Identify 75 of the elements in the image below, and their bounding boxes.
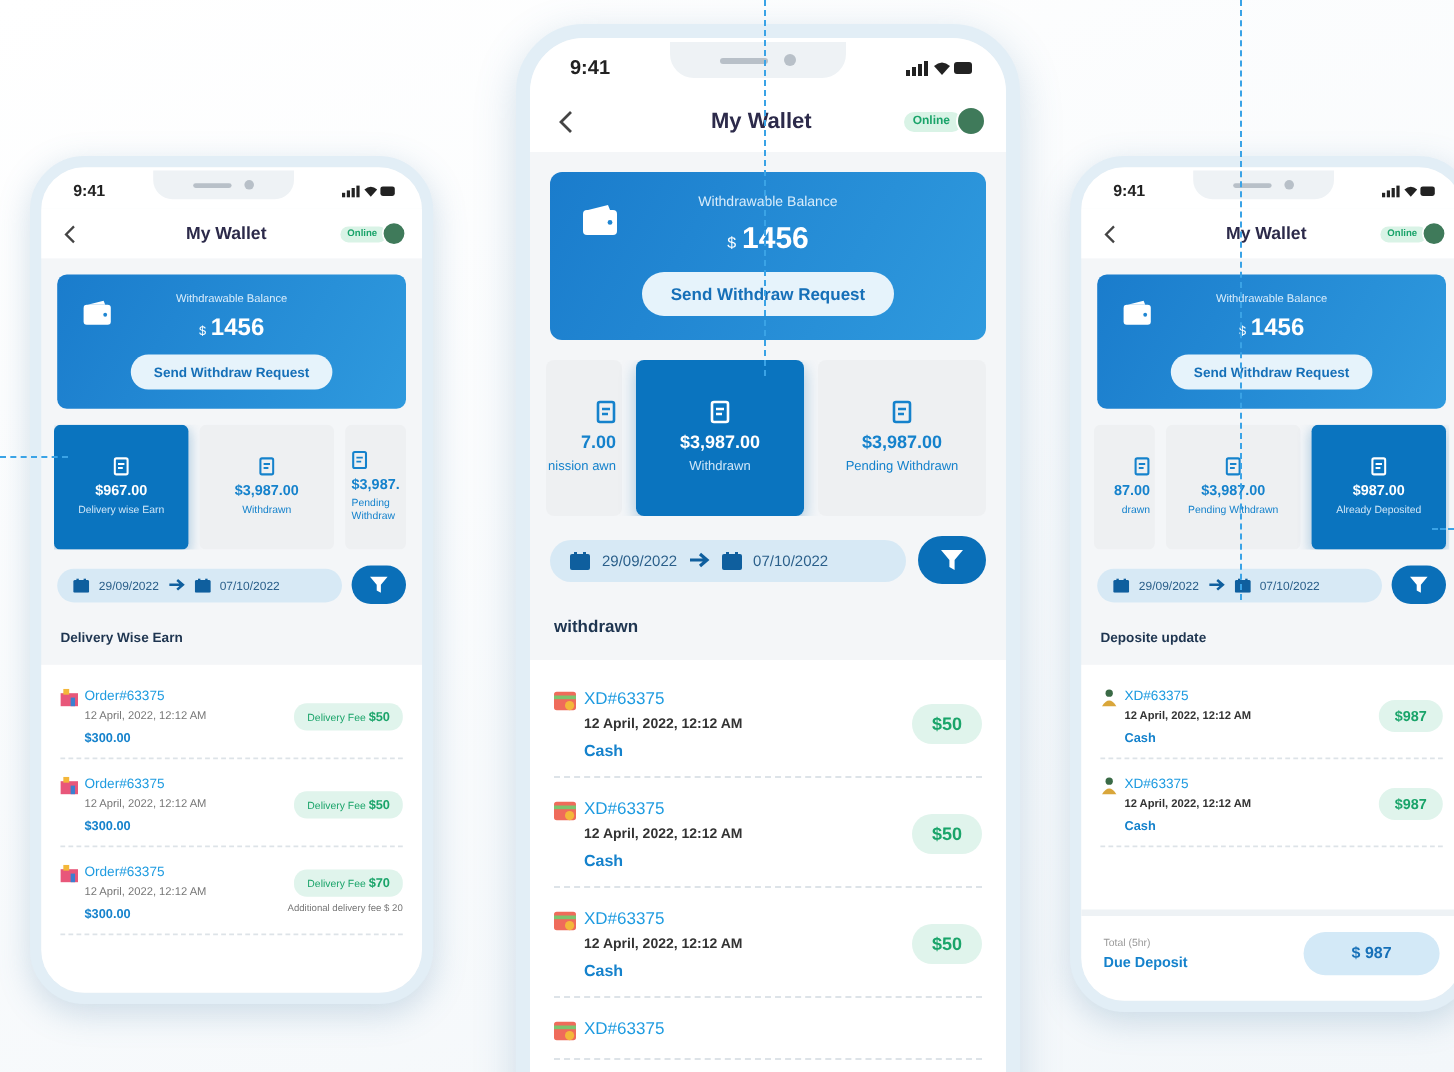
- screen-title: My Wallet: [1226, 224, 1307, 244]
- avatar: [1422, 221, 1446, 246]
- amount-badge: $50: [911, 704, 982, 744]
- payment-method: Cash: [584, 852, 626, 870]
- person-icon: [1100, 688, 1118, 707]
- back-icon[interactable]: [558, 109, 574, 133]
- amount-badge: $50: [911, 814, 982, 854]
- card-value: $3,987.00: [679, 431, 761, 452]
- store-icon: [60, 776, 78, 795]
- card-icon: [554, 690, 576, 712]
- person-icon: [1100, 776, 1118, 795]
- document-icon: [1370, 456, 1387, 476]
- filter-icon: [940, 548, 964, 572]
- wallet-icon: [82, 300, 112, 326]
- filter-button[interactable]: [918, 536, 986, 584]
- card-icon: [554, 910, 576, 932]
- filter-icon: [369, 575, 389, 595]
- card-value: $3,987.00: [861, 431, 943, 452]
- store-icon: [60, 688, 78, 707]
- calendar-icon: [73, 577, 90, 592]
- avatar: [956, 106, 986, 136]
- phone-notch: [1193, 170, 1334, 200]
- filter-button[interactable]: [351, 565, 406, 604]
- payment-method: Cash: [584, 962, 626, 980]
- transaction-id[interactable]: XD#63375: [584, 688, 904, 708]
- status-bar-icon: [342, 184, 397, 198]
- arrow-icon: [689, 552, 710, 568]
- back-icon[interactable]: [1103, 224, 1117, 244]
- calendar-icon: [194, 577, 211, 592]
- card-icon: [554, 800, 576, 822]
- status-time: 9:41: [1113, 182, 1146, 200]
- arrow-icon: [168, 578, 185, 592]
- filter-button[interactable]: [1391, 565, 1446, 604]
- dashed-guide-line: [1432, 528, 1454, 530]
- transaction-id[interactable]: XD#63375: [584, 798, 904, 818]
- currency-symbol: $: [727, 234, 737, 252]
- status-time: 9:41: [570, 57, 611, 79]
- wallet-icon: [582, 204, 618, 236]
- document-icon: [113, 456, 130, 476]
- document-icon: [351, 450, 368, 470]
- withdraw-request-button[interactable]: Send Withdraw Request: [642, 272, 894, 316]
- arrow-icon: [1208, 578, 1225, 592]
- calendar-icon: [570, 551, 590, 569]
- calendar-icon: [721, 551, 742, 569]
- filter-icon: [1409, 575, 1429, 595]
- wallet-icon: [1122, 300, 1152, 326]
- section-title: withdrawn: [552, 614, 641, 640]
- transaction-id[interactable]: XD#63375: [584, 1018, 974, 1038]
- dashed-guide-line: [0, 456, 68, 458]
- status-time: 9:41: [73, 182, 106, 200]
- store-icon: [60, 864, 78, 883]
- document-icon: [710, 399, 730, 424]
- transaction-id[interactable]: XD#63375: [584, 908, 904, 928]
- amount-badge: $50: [911, 924, 982, 964]
- card-icon: [554, 1020, 576, 1042]
- card-value: 7.00: [580, 431, 616, 452]
- screen-title: My Wallet: [711, 109, 812, 133]
- document-icon: [1225, 456, 1242, 476]
- calendar-icon: [1234, 577, 1251, 592]
- calendar-icon: [1113, 577, 1130, 592]
- document-icon: [892, 399, 912, 424]
- document-icon: [1134, 456, 1150, 476]
- balance-amount: 1456: [1250, 314, 1305, 342]
- status-bar-icon: [1381, 184, 1437, 198]
- document-icon: [596, 399, 616, 424]
- balance-amount: 1456: [742, 222, 809, 256]
- status-bar-icon: [905, 60, 974, 76]
- payment-method: Cash: [584, 742, 626, 760]
- document-icon: [258, 456, 275, 476]
- phone-notch: [153, 170, 294, 200]
- due-amount-button[interactable]: $ 987: [1303, 932, 1440, 976]
- back-icon[interactable]: [63, 224, 77, 244]
- balance-amount: 1456: [210, 314, 265, 342]
- avatar: [382, 221, 406, 246]
- screen-title: My Wallet: [186, 224, 267, 244]
